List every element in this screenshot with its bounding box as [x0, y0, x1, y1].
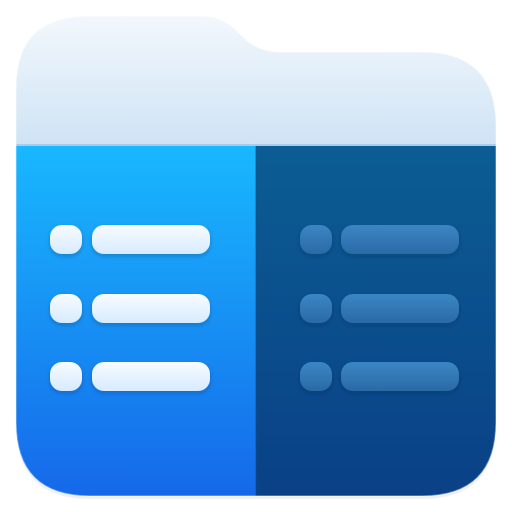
left-row-2-bullet: [50, 294, 82, 323]
folder-tab-header: [16, 16, 496, 146]
folder-list-app-icon: [15, 15, 497, 499]
right-row-3-line: [341, 362, 459, 391]
right-list: [300, 225, 459, 391]
left-row-1-bullet: [50, 225, 82, 254]
left-pane: [16, 146, 256, 496]
icon-body: [16, 16, 496, 496]
right-row-2-line: [341, 294, 459, 323]
left-row-3-line: [92, 362, 210, 391]
left-row-1-line: [92, 225, 210, 254]
left-row-3-bullet: [50, 362, 82, 391]
right-row-1-bullet: [300, 225, 332, 254]
right-pane: [256, 146, 496, 496]
app-icon-canvas: [0, 0, 512, 512]
left-list: [50, 225, 210, 391]
right-row-1-line: [341, 225, 459, 254]
pane-divider: [255, 146, 257, 496]
left-row-2-line: [92, 294, 210, 323]
right-row-2-bullet: [300, 294, 332, 323]
right-row-3-bullet: [300, 362, 332, 391]
header-separator: [16, 144, 496, 146]
